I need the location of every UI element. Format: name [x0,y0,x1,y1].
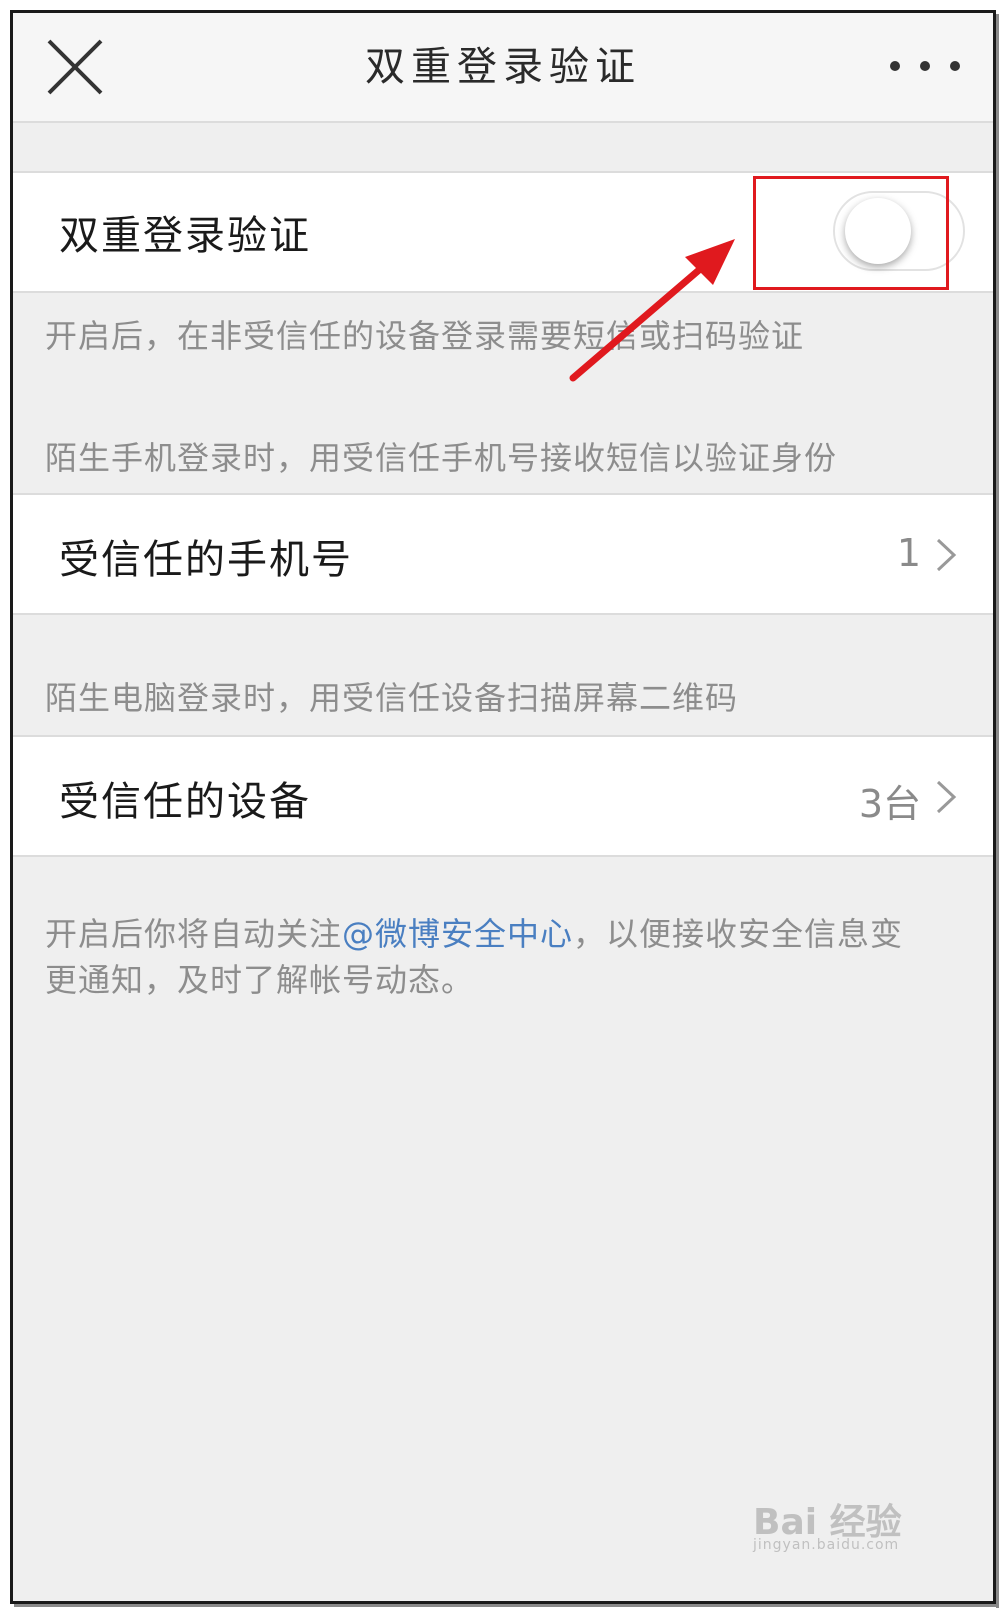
phone-screen: 双重登录验证 双重登录验证 开启后，在非受信任的设备登录需要短信或扫码验证 陌生… [10,10,996,1604]
close-icon[interactable] [43,35,107,99]
chevron-right-icon [936,780,957,814]
trusted-phone-count: 1 [896,531,921,575]
frame-shadow [14,1604,999,1607]
frame-shadow [996,14,999,1608]
trusted-phone-row[interactable]: 受信任的手机号 1 [13,493,993,615]
trusted-device-label: 受信任的设备 [59,779,311,825]
footer-note: 开启后你将自动关注@微博安全中心，以便接收安全信息变更通知，及时了解帐号动态。 [45,911,925,1003]
footer-text-before: 开启后你将自动关注 [45,915,343,953]
device-section-note: 陌生电脑登录时，用受信任设备扫描屏幕二维码 [45,679,739,717]
trusted-device-row[interactable]: 受信任的设备 3台 [13,735,993,857]
chevron-right-icon [936,538,957,572]
watermark-url: jingyan.baidu.com [753,1537,900,1553]
phone-section-note: 陌生手机登录时，用受信任手机号接收短信以验证身份 [45,439,838,477]
navigation-bar: 双重登录验证 [13,13,993,123]
two-factor-label: 双重登录验证 [59,213,311,259]
annotation-arrow-icon [569,239,735,382]
more-dots-icon[interactable] [885,51,965,81]
weibo-security-link[interactable]: @微博安全中心 [342,915,573,953]
page-title: 双重登录验证 [365,44,641,90]
highlight-box [753,176,949,290]
trusted-phone-label: 受信任的手机号 [59,537,353,583]
trusted-device-count: 3台 [858,782,921,826]
baidu-jingyan-watermark: Bai 经验 jingyan.baidu.com [753,1471,943,1561]
